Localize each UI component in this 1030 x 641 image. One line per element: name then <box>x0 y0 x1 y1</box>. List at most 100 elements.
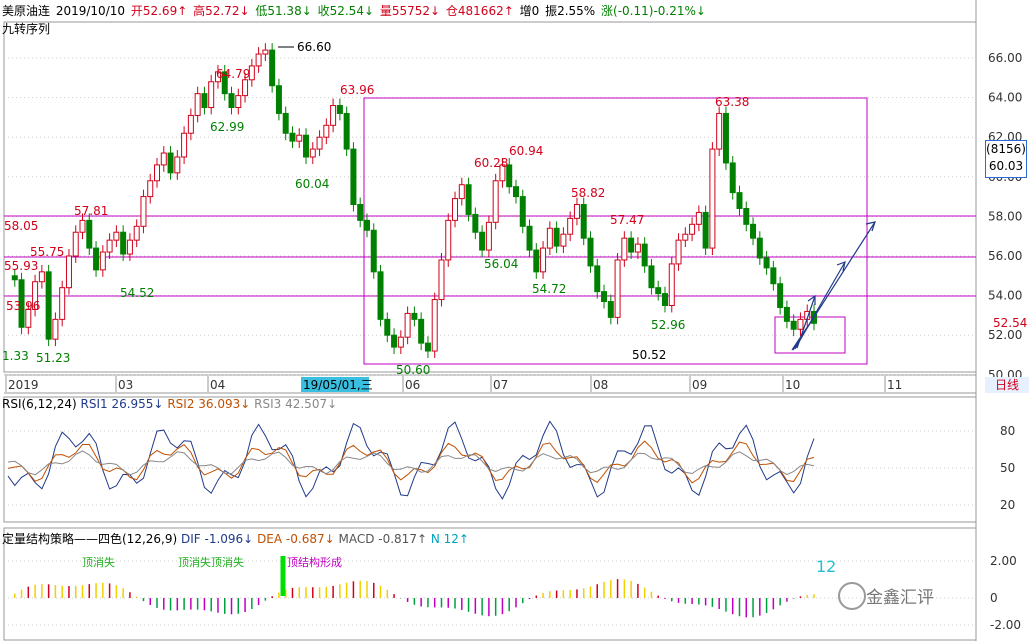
rsi-tick: 20 <box>1000 498 1015 512</box>
candle-body <box>357 204 364 221</box>
candle-body <box>235 95 242 109</box>
candle-body <box>648 265 655 289</box>
candle-body <box>458 184 465 200</box>
candle-body <box>573 204 580 219</box>
candle-body <box>783 306 790 322</box>
candle-body <box>790 320 797 330</box>
candle-body <box>614 259 621 318</box>
quote-badge[interactable]: (8156) 60.03 <box>985 140 1027 178</box>
candle-body <box>418 318 425 344</box>
price-annotation: 57.81 <box>74 204 108 218</box>
candle-body <box>797 318 804 330</box>
price-annotation: 58.05 <box>4 219 38 233</box>
date-tick: 09 <box>692 378 707 392</box>
rsi-tick: 50 <box>1000 461 1015 475</box>
candle-body <box>641 243 648 267</box>
candle-body <box>323 124 330 138</box>
rsi-pane-frame <box>3 396 977 523</box>
candle-body <box>154 164 161 182</box>
inc-value: 增0 <box>519 4 540 18</box>
candle-body <box>384 318 391 336</box>
date-tick: 08 <box>593 378 608 392</box>
candle-body <box>242 79 249 97</box>
candle-body <box>86 219 93 249</box>
price-annotation: 50.60 <box>396 363 430 377</box>
price-annotation: 64.79 <box>216 67 250 81</box>
rsi1-value: RSI1 26.955↓ <box>80 397 164 411</box>
candle-body <box>397 336 404 348</box>
candle-body <box>661 293 668 306</box>
price-annotation: 63.96 <box>340 83 374 97</box>
date-cursor-label: 19/05/01,三 <box>303 378 373 392</box>
candle-body <box>330 105 337 126</box>
candle-body <box>634 243 641 253</box>
candle-body <box>391 334 398 348</box>
date-tick: 03 <box>118 378 133 392</box>
candle-body <box>560 233 567 247</box>
candle-body <box>38 271 45 283</box>
candle-body <box>11 275 18 281</box>
candle-body <box>607 301 614 318</box>
candle-body <box>540 247 547 273</box>
price-annotation: 60.28 <box>474 156 508 170</box>
price-annotation: 60.94 <box>509 144 543 158</box>
candle-body <box>546 227 553 249</box>
candle-body <box>485 221 492 251</box>
price-annotation: 50.52 <box>632 348 666 362</box>
date-tick: 06 <box>405 378 420 392</box>
candle-body <box>716 112 723 150</box>
badge-code: (8156) <box>986 142 1026 156</box>
candle-body <box>424 342 431 352</box>
candle-body <box>777 283 784 308</box>
macd-header: 定量结构策略——四色(12,26,9) DIF -1.096↓ DEA -0.6… <box>2 530 469 547</box>
candle-body <box>472 213 479 233</box>
candle-body <box>181 132 188 158</box>
oi-value: 仓481662↑ <box>445 4 514 18</box>
close-value: 收52.54↓ <box>317 4 375 18</box>
candle-body <box>729 162 736 194</box>
candle-body <box>770 267 777 285</box>
chart-window: 66.0064.0062.0060.0058.0056.0054.0052.00… <box>0 0 1030 641</box>
macd-big-number: 12 <box>816 557 836 576</box>
open-value: 开52.69↑ <box>130 4 188 18</box>
candle-body <box>160 152 167 166</box>
candle-body <box>228 93 235 108</box>
macd-tag: 顶结构形成 <box>287 555 342 569</box>
candle-body <box>133 225 140 241</box>
low-value: 低51.38↓ <box>255 4 312 18</box>
candle-body <box>126 239 133 255</box>
price-annotation: 57.47 <box>610 213 644 227</box>
candle-body <box>140 196 147 227</box>
candle-body <box>587 237 594 267</box>
candle-body <box>309 148 316 158</box>
price-annotation: 56.04 <box>484 257 518 271</box>
price-tick: 52.00 <box>988 328 1022 342</box>
candle-body <box>526 225 533 251</box>
candle-body <box>512 186 519 198</box>
macd-title: 定量结构策略——四色(12,26,9) <box>2 532 178 546</box>
candle-body <box>282 112 289 134</box>
candle-body <box>275 85 282 114</box>
candle-body <box>601 291 608 303</box>
candle-body <box>167 152 174 174</box>
candle-body <box>594 265 601 293</box>
rsi2-line <box>7 440 815 484</box>
candle-body <box>336 105 343 114</box>
candle-body <box>59 287 66 320</box>
candle-body <box>208 81 215 109</box>
indicator-name: 九转序列 <box>2 22 51 36</box>
candle-body <box>756 237 763 259</box>
price-annotation: 66.60 <box>297 40 331 54</box>
candle-body <box>296 134 303 142</box>
candle-body <box>72 231 79 257</box>
high-value: 高52.72↓ <box>193 4 250 18</box>
candle-body <box>492 180 499 223</box>
candle-body <box>682 233 689 241</box>
dea-value: DEA -0.687↓ <box>257 532 335 546</box>
price-annotation: 55.93 <box>4 259 38 273</box>
period-button[interactable]: 日线 <box>985 377 1029 393</box>
candle-body <box>452 198 459 221</box>
rsi-header: RSI(6,12,24) RSI1 26.955↓ RSI2 36.093↓ R… <box>2 397 337 411</box>
date-tick: 04 <box>210 378 225 392</box>
candle-body <box>187 114 194 134</box>
